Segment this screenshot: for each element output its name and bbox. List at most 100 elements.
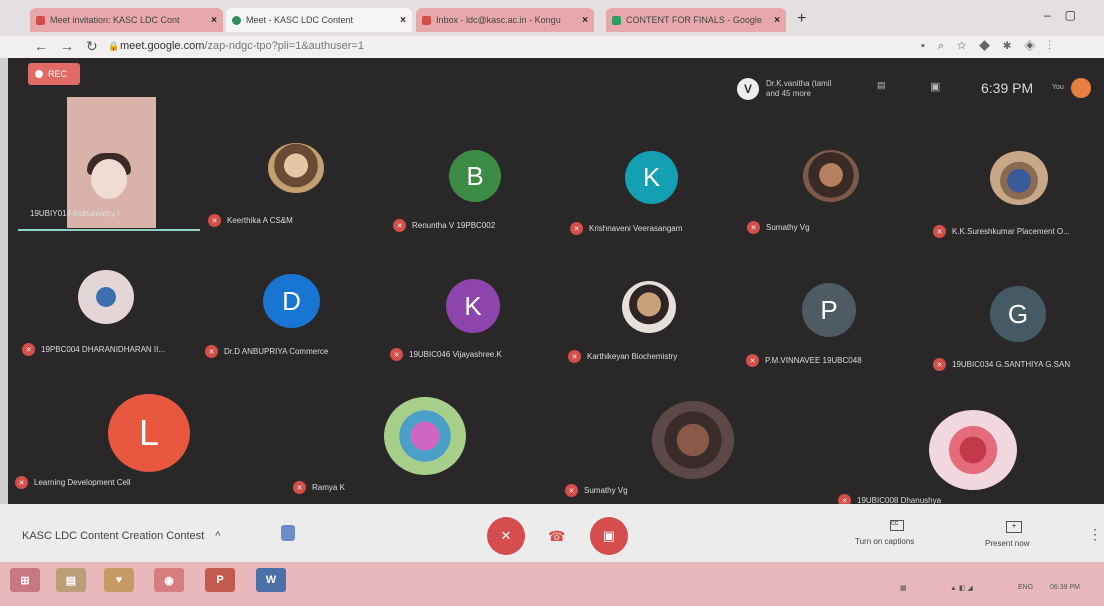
participant-label: ✕ 19PBC004 DHARANIDHARAN II... [22, 343, 165, 356]
media-app-icon[interactable]: ♥ [104, 568, 134, 592]
captions-icon[interactable]: CC [890, 520, 904, 531]
close-tab-icon[interactable]: × [774, 15, 780, 26]
url-field[interactable]: meet.google.com/zap-ndgc-tpo?pli=1&authu… [120, 40, 364, 52]
meeting-details-button[interactable]: KASC LDC Content Creation Contest ^ [22, 530, 220, 542]
mic-off-icon: ✕ [933, 358, 946, 371]
tray-icons[interactable]: ▲ ◧ ◢ [950, 584, 973, 592]
mic-off-icon: ✕ [22, 343, 35, 356]
chevron-up-icon: ^ [215, 530, 221, 542]
participant-label: ✕ Sumathy Vg [747, 221, 810, 234]
participant-avatar-p: P [802, 283, 856, 337]
participant-label: ✕ Krishnaveni Veerasangam [570, 222, 682, 235]
participant-label: ✕ 19UBIC034 G.SANTHIYA G.SAN [933, 358, 1070, 371]
powerpoint-icon[interactable]: P [205, 568, 235, 592]
camera-off-icon: ▣ [602, 528, 616, 543]
participant-photo-roses [929, 410, 1017, 490]
participant-avatar-k2: K [446, 279, 500, 333]
file-explorer-icon[interactable]: ▤ [56, 568, 86, 592]
reload-icon[interactable]: ↻ [86, 38, 98, 55]
close-tab-icon[interactable]: × [211, 15, 217, 26]
presenter-info[interactable]: V Dr.K.vanitha (tamil and 45 more [737, 78, 831, 100]
word-icon[interactable]: W [256, 568, 286, 592]
tab-meet-active[interactable]: Meet - KASC LDC Content × [226, 8, 412, 32]
speaking-indicator [18, 229, 200, 231]
participant-label: ✕ Keerthika A CS&M [208, 214, 293, 227]
mic-off-icon: ✕ [208, 214, 221, 227]
record-dot-icon [35, 70, 43, 78]
url-domain: meet.google.com [120, 40, 205, 52]
tab-label: CONTENT FOR FINALS - Google [626, 15, 762, 25]
participant-photo-sumathy [803, 150, 859, 202]
close-tab-icon[interactable]: × [400, 15, 406, 26]
chrome-icon[interactable]: ◉ [154, 568, 184, 592]
language-indicator[interactable]: ENG [1018, 584, 1033, 591]
participant-photo-keerthika [268, 143, 324, 193]
keyboard-icon[interactable]: ▦ [900, 584, 907, 592]
participant-label: ✕ P.M.VINNAVEE 19UBC048 [746, 354, 862, 367]
participant-photo-butterfly [384, 397, 466, 475]
present-icon[interactable]: + [1006, 521, 1022, 533]
more-participants: and 45 more [766, 89, 811, 98]
mic-off-icon: ✕ [746, 354, 759, 367]
tab-content-finals[interactable]: CONTENT FOR FINALS - Google × [606, 8, 786, 32]
os-taskbar: ⊞ ▤ ♥ ◉ P W ▦ ▲ ◧ ◢ ENG 06:39 PM [0, 562, 1104, 606]
participants-icon[interactable]: ▤ [877, 80, 886, 91]
meeting-control-bar: KASC LDC Content Creation Contest ^ ✕ ☎ … [0, 504, 1104, 562]
participant-label: ✕ Learning Development Cell [15, 476, 131, 489]
mic-off-icon: ✕ [568, 350, 581, 363]
mic-off-icon: ✕ [293, 481, 306, 494]
captions-button[interactable]: Turn on captions [855, 537, 914, 546]
recording-badge: REC [28, 63, 80, 85]
mic-off-icon: ✕ [565, 484, 578, 497]
you-label: You [1052, 84, 1064, 91]
rec-label: REC [48, 69, 68, 79]
tab-label: Meet invitation: KASC LDC Cont [50, 15, 180, 25]
participant-label: ✕ Ramya K [293, 481, 345, 494]
present-button[interactable]: Present now [985, 539, 1029, 548]
lock-icon: 🔒 [108, 41, 120, 51]
tab-label: Meet - KASC LDC Content [246, 15, 354, 25]
windows-start-icon[interactable]: ⊞ [10, 568, 40, 592]
participant-label: ✕ Dr.D ANBUPRIYA Commerce [205, 345, 328, 358]
close-tab-icon[interactable]: × [582, 15, 588, 26]
participant-label: ✕ K.K.Sureshkumar Placement O... [933, 225, 1070, 238]
mic-off-icon: ✕ [500, 528, 512, 543]
url-path: /zap-ndgc-tpo?pli=1&authuser=1 [204, 40, 365, 52]
meet-icon [232, 15, 241, 25]
participant-photo-karthikeyan [622, 281, 676, 333]
mic-off-icon: ✕ [390, 348, 403, 361]
drive-icon [612, 15, 621, 25]
participant-avatar-g: G [990, 286, 1046, 342]
gmail-icon [422, 15, 431, 25]
back-icon[interactable]: ← [34, 38, 48, 54]
tab-label: Inbox - ldc@kasc.ac.in - Kongu [436, 15, 561, 25]
more-options-icon[interactable]: ⋮ [1088, 526, 1102, 543]
address-bar: ← → ↻ 🔒 meet.google.com/zap-ndgc-tpo?pli… [0, 36, 1104, 58]
self-avatar[interactable] [1071, 78, 1091, 98]
tab-meet-invitation[interactable]: Meet invitation: KASC LDC Cont × [30, 8, 223, 32]
participant-avatar-d: D [263, 274, 320, 328]
tab-inbox[interactable]: Inbox - ldc@kasc.ac.in - Kongu × [416, 8, 594, 32]
end-call-button[interactable]: ☎ [548, 528, 565, 545]
meeting-clock: 6:39 PM [981, 80, 1034, 96]
self-name-label: 19UBIY014 Indhumathy I [30, 209, 120, 218]
taskbar-clock: 06:39 PM [1050, 584, 1080, 591]
participant-avatar-l: L [108, 394, 190, 472]
mic-off-icon: ✕ [570, 222, 583, 235]
host-name: Dr.K.vanitha (tamil [766, 79, 832, 88]
window-controls[interactable]: –▢ [1044, 8, 1090, 22]
shield-icon[interactable] [281, 525, 295, 541]
participant-label: ✕ Sumathy Vg [565, 484, 628, 497]
participant-label: ✕ Renuntha V 19PBC002 [393, 219, 495, 232]
self-video-face [91, 159, 127, 199]
participant-avatar-b: B [449, 150, 501, 202]
chat-icon[interactable]: ▣ [930, 80, 940, 93]
extension-icons[interactable]: ▪⌕☆◆✱◈⋮ [921, 40, 1064, 53]
camera-toggle-button[interactable]: ▣ [590, 517, 628, 555]
new-tab-icon[interactable]: + [797, 10, 806, 28]
gmail-icon [36, 15, 45, 25]
participant-photo-sureshkumar [990, 151, 1048, 205]
forward-icon[interactable]: → [60, 38, 74, 54]
mic-toggle-button[interactable]: ✕ [487, 517, 525, 555]
participant-photo-dharanidharan [78, 270, 134, 324]
